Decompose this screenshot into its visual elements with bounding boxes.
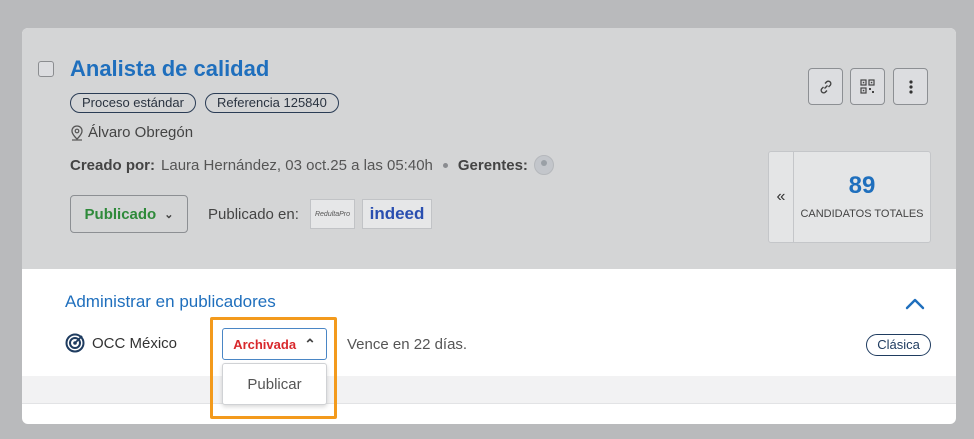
card-footer-stripe [22, 376, 956, 404]
created-info: Creado por: Laura Hernández, 03 oct.25 a… [70, 155, 554, 175]
more-vertical-icon [908, 79, 913, 94]
created-by-value: Laura Hernández, 03 oct.25 a las 05:40h [161, 156, 433, 174]
process-tag: Proceso estándar [70, 93, 196, 113]
publisher-status-value: Archivada [233, 336, 297, 352]
job-location: Álvaro Obregón [70, 124, 193, 141]
qr-code-icon [860, 79, 875, 94]
publisher-logo-indeed[interactable]: indeed [362, 199, 432, 229]
admin-publishers-title: Administrar en publicadores [65, 292, 276, 311]
redultapro-logo-text: RedultaPro [314, 210, 351, 218]
reference-tag: Referencia 125840 [205, 93, 339, 113]
indeed-logo-text: indeed [369, 204, 425, 223]
job-card-header: Analista de calidad Proceso estándar Ref… [22, 28, 956, 269]
target-icon [65, 333, 85, 353]
chevron-down-icon: ⌄ [164, 208, 174, 221]
publisher-row-occ: OCC México [65, 333, 177, 353]
job-title[interactable]: Analista de calidad [70, 56, 269, 82]
candidates-summary: « 89 CANDIDATOS TOTALES [768, 151, 931, 243]
copy-link-button[interactable] [808, 68, 843, 105]
managers-label: Gerentes: [457, 156, 528, 174]
job-status-label: Publicado [84, 205, 157, 223]
link-icon [820, 80, 831, 93]
separator-dot [442, 162, 448, 168]
collapse-candidates-button[interactable]: « [769, 152, 794, 242]
location-pin-icon [71, 124, 83, 141]
job-card: Analista de calidad Proceso estándar Ref… [22, 28, 956, 424]
publisher-logo-redultapro[interactable]: RedultaPro [310, 199, 355, 229]
manager-avatar[interactable] [533, 155, 554, 175]
job-status-dropdown[interactable]: Publicado ⌄ [70, 195, 188, 233]
plan-badge: Clásica [866, 334, 931, 356]
expiry-text: Vence en 22 días. [347, 336, 468, 353]
chevron-up-icon[interactable] [904, 296, 926, 312]
more-options-button[interactable] [893, 68, 928, 105]
job-select-checkbox[interactable] [38, 61, 54, 77]
location-text: Álvaro Obregón [88, 124, 194, 141]
candidates-label: CANDIDATOS TOTALES [800, 208, 924, 220]
publisher-name: OCC México [92, 334, 178, 352]
qr-code-button[interactable] [850, 68, 885, 105]
publisher-status-select[interactable]: Archivada ⌃ [222, 328, 327, 360]
overlay-backdrop: Analista de calidad Proceso estándar Ref… [0, 0, 974, 439]
candidates-count[interactable]: 89 [794, 172, 930, 200]
double-chevron-left-icon: « [776, 188, 786, 205]
published-on-label: Publicado en: [208, 206, 299, 223]
status-dropdown-menu: Publicar [222, 363, 327, 405]
chevron-up-small-icon: ⌃ [304, 335, 316, 352]
dropdown-option-publicar[interactable]: Publicar [247, 376, 301, 393]
created-by-label: Creado por: [70, 156, 156, 174]
